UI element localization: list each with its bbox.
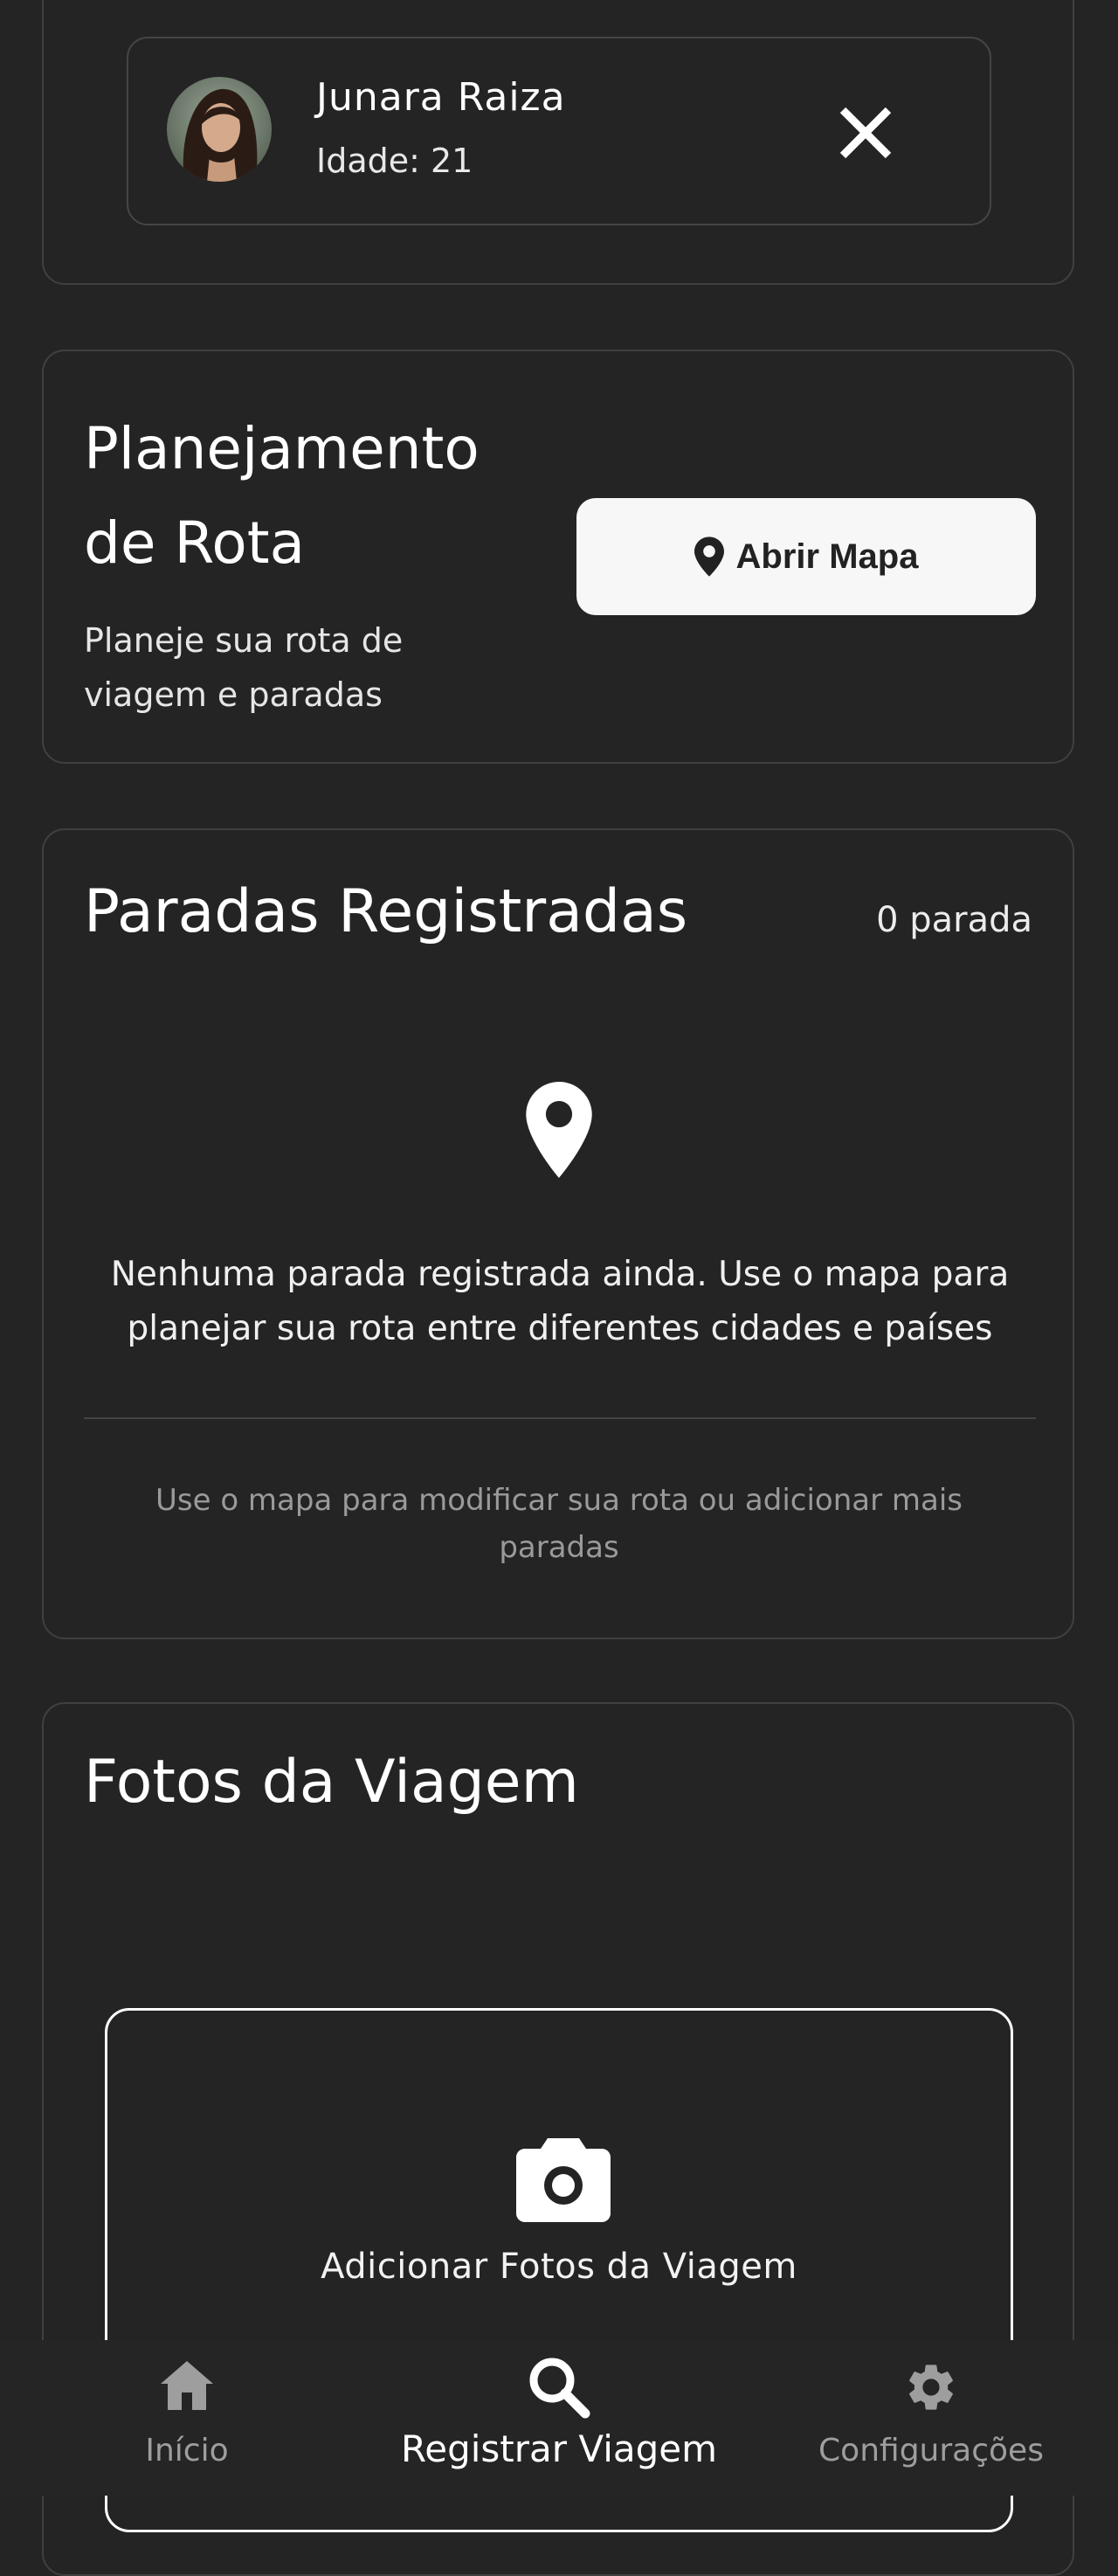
companion-card: Junara Raiza Idade: 21 bbox=[42, 0, 1074, 285]
route-planning-card: Planejamento de Rota Planeje sua rota de… bbox=[42, 350, 1074, 764]
route-sub-line2: viagem e paradas bbox=[84, 675, 383, 714]
open-map-label: Abrir Mapa bbox=[735, 537, 919, 576]
map-pin-icon bbox=[694, 537, 724, 577]
stops-hint-line2: paradas bbox=[499, 1530, 619, 1565]
stops-hint: Use o mapa para modificar sua rota ou ad… bbox=[131, 1477, 987, 1571]
nav-label-settings: Configurações bbox=[818, 2433, 1044, 2469]
route-planning-subtitle: Planeje sua rota de viagem e paradas bbox=[84, 613, 468, 722]
route-planning-title: Planejamento de Rota bbox=[84, 402, 480, 591]
stops-empty-line1: Nenhuma parada registrada ainda. Use o m… bbox=[110, 1255, 1010, 1294]
avatar bbox=[167, 77, 272, 182]
registered-stops-card: Paradas Registradas 0 parada Nenhuma par… bbox=[42, 828, 1074, 1639]
divider bbox=[84, 1417, 1036, 1419]
companion-age: Idade: 21 bbox=[316, 142, 473, 180]
route-title-line1: Planejamento bbox=[84, 415, 480, 482]
nav-item-home[interactable]: Início bbox=[70, 2340, 304, 2496]
open-map-button[interactable]: Abrir Mapa bbox=[576, 498, 1036, 615]
bottom-navigation: Início Registrar Viagem Configurações bbox=[0, 2340, 1118, 2496]
search-icon bbox=[529, 2358, 590, 2419]
nav-label-register-trip: Registrar Viagem bbox=[400, 2427, 718, 2470]
nav-item-settings[interactable]: Configurações bbox=[786, 2340, 1076, 2496]
stops-hint-line1: Use o mapa para modificar sua rota ou ad… bbox=[155, 1483, 963, 1518]
remove-companion-button[interactable] bbox=[831, 98, 901, 168]
location-pin-icon bbox=[526, 1082, 592, 1178]
close-icon bbox=[839, 107, 892, 159]
stops-count: 0 parada bbox=[876, 900, 1032, 940]
route-title-line2: de Rota bbox=[84, 509, 306, 577]
photos-title: Fotos da Viagem bbox=[84, 1748, 579, 1817]
companion-name: Junara Raiza bbox=[316, 75, 566, 120]
companion-item[interactable]: Junara Raiza Idade: 21 bbox=[127, 37, 991, 225]
nav-label-home: Início bbox=[145, 2433, 229, 2469]
camera-icon bbox=[516, 2138, 611, 2222]
home-icon bbox=[161, 2361, 213, 2410]
stops-empty-message: Nenhuma parada registrada ainda. Use o m… bbox=[84, 1248, 1036, 1356]
route-sub-line1: Planeje sua rota de bbox=[84, 621, 404, 660]
add-photos-label: Adicionar Fotos da Viagem bbox=[321, 2247, 797, 2287]
stops-title: Paradas Registradas bbox=[84, 877, 688, 946]
gear-icon bbox=[909, 2365, 953, 2410]
nav-item-register-trip[interactable]: Registrar Viagem bbox=[367, 2340, 751, 2496]
stops-empty-line2: planejar sua rota entre diferentes cidad… bbox=[127, 1309, 993, 1348]
